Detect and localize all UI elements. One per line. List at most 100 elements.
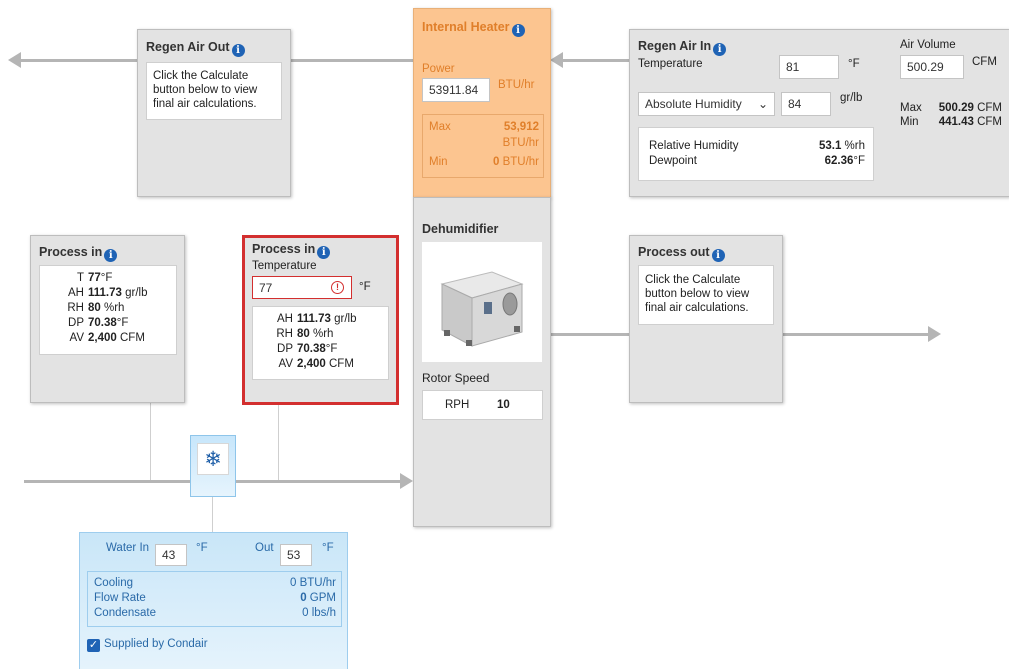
flow-rate-value: 0 GPM <box>300 592 336 604</box>
process-in-editable-title-text: Process in <box>252 242 316 256</box>
water-in-label: Water In <box>106 542 150 554</box>
water-in-input[interactable]: 43 <box>155 544 187 566</box>
supplied-by-condair-checkbox[interactable]: ✓ <box>87 639 100 652</box>
cooling-value: 0 BTU/hr <box>289 577 336 589</box>
connector-line <box>212 497 213 532</box>
heater-max-unit: BTU/hr <box>502 137 539 149</box>
process-in-ah-value: 111.73 gr/lb <box>88 287 148 299</box>
regen-air-out-title: Regen Air Out i <box>146 40 245 57</box>
snowflake-icon: ❄ <box>197 443 229 475</box>
process-in2-ah: AH <box>277 313 293 325</box>
process-in-rh: RH <box>67 302 84 314</box>
regen-max-label: Max <box>900 102 922 114</box>
relative-humidity-label: Relative Humidity <box>649 140 739 152</box>
process-in2-dp: DP <box>277 343 293 355</box>
supplied-by-condair-label[interactable]: Supplied by Condair <box>104 638 208 650</box>
process-out-panel: Process out i Click the Calculate button … <box>629 235 783 403</box>
regen-max-value: 500.29 CFM <box>938 102 1002 114</box>
process-in2-dp-value: 70.38°F <box>297 343 338 355</box>
dewpoint-value: 62.36°F <box>824 155 865 167</box>
process-out-message-box: Click the Calculate button below to view… <box>638 265 774 325</box>
relative-humidity-value: 53.1 %rh <box>818 140 865 152</box>
internal-heater-title: Internal Heater i <box>422 20 525 37</box>
process-in-dp: DP <box>68 317 84 329</box>
chevron-down-icon: ⌄ <box>757 97 768 111</box>
regen-out-arrow-icon <box>8 52 21 68</box>
cooling-results-box: Cooling 0 BTU/hr Flow Rate 0 GPM Condens… <box>87 571 342 627</box>
regen-min-value: 441.43 CFM <box>938 116 1002 128</box>
process-out-title: Process out i <box>638 245 725 262</box>
process-in-dp-value: 70.38°F <box>88 317 129 329</box>
process-in-panel: Process in i T 77°F AH 111.73 gr/lb RH 80… <box>30 235 185 403</box>
info-icon[interactable]: i <box>231 44 245 57</box>
regen-air-in-title: Regen Air In i <box>638 39 727 56</box>
process-temperature-label: Temperature <box>252 260 317 272</box>
process-in-title: Process in i <box>39 245 118 262</box>
rotor-speed-box: RPH 10 <box>422 390 543 420</box>
water-out-label: Out <box>255 542 274 554</box>
process-temperature-input[interactable]: 77 ! <box>252 276 352 299</box>
power-unit: BTU/hr <box>498 79 535 91</box>
process-temperature-value: 77 <box>259 281 273 295</box>
regen-air-out-panel: Regen Air Out i Click the Calculate butto… <box>137 29 291 197</box>
heater-min-label: Min <box>429 156 448 168</box>
info-icon[interactable]: i <box>104 249 118 262</box>
process-in-av: AV <box>69 332 85 344</box>
regen-temperature-input[interactable]: 81 <box>779 55 839 79</box>
regen-min-label: Min <box>900 116 919 128</box>
process-out-arrow-icon <box>928 326 941 342</box>
process-in-rh-value: 80 %rh <box>88 302 125 314</box>
process-in2-av: AV <box>278 358 294 370</box>
process-in-editable-panel: Process in i Temperature 77 ! °F AH 111.7… <box>242 235 399 405</box>
dehumidifier-panel: Dehumidifier Rotor Speed RPH 10 <box>413 197 551 527</box>
regen-air-out-message-box: Click the Calculate button below to view… <box>146 62 282 120</box>
process-in-t-value: 77°F <box>88 272 113 284</box>
regen-temperature-unit: °F <box>848 58 860 70</box>
condensate-value: 0 lbs/h <box>302 607 336 619</box>
power-input[interactable]: 53911.84 <box>422 78 490 102</box>
process-in2-av-value: 2,400 CFM <box>297 358 354 370</box>
humidity-type-value: Absolute Humidity <box>645 97 742 111</box>
info-icon[interactable]: i <box>711 249 725 262</box>
cooling-label: Cooling <box>94 577 133 589</box>
dehumidifier-image <box>422 242 542 362</box>
process-in2-rh-value: 80 %rh <box>297 328 334 340</box>
process-in2-ah-value: 111.73 gr/lb <box>297 313 357 325</box>
process-in-av-value: 2,400 CFM <box>88 332 145 344</box>
heater-min-value: 0 BTU/hr <box>492 156 539 168</box>
info-icon[interactable]: i <box>511 24 525 37</box>
humidity-type-select[interactable]: Absolute Humidity ⌄ <box>638 92 775 116</box>
process-out-message: Click the Calculate button below to view… <box>645 274 750 314</box>
process-in-editable-values-box: AH 111.73 gr/lb RH 80 %rh DP 70.38°F AV … <box>252 306 389 380</box>
water-out-input[interactable]: 53 <box>280 544 312 566</box>
regen-air-out-message: Click the Calculate button below to view… <box>153 70 258 110</box>
air-volume-input[interactable]: 500.29 <box>900 55 964 79</box>
air-volume-unit: CFM <box>972 56 997 68</box>
internal-heater-title-text: Internal Heater <box>422 20 510 34</box>
heater-limits-box: Max 53,912 BTU/hr Min 0 BTU/hr <box>422 114 544 178</box>
condensate-label: Condensate <box>94 607 157 619</box>
process-in-t: T <box>76 272 84 284</box>
heater-max-label: Max <box>429 121 451 133</box>
cooling-water-panel: Water In 43 °F Out 53 °F Cooling 0 BTU/h… <box>79 532 348 669</box>
process-in-editable-title: Process in i <box>252 242 331 259</box>
rph-label: RPH <box>445 399 470 411</box>
rotor-speed-label: Rotor Speed <box>422 371 490 385</box>
internal-heater-panel: Internal Heater i Power 53911.84 BTU/hr M… <box>413 8 551 198</box>
cooling-coil-button[interactable]: ❄ <box>190 435 236 497</box>
regen-derived-box: Relative Humidity 53.1 %rh Dewpoint 62.3… <box>638 127 874 181</box>
regen-in-flow-line <box>560 59 630 62</box>
process-in-values-box: T 77°F AH 111.73 gr/lb RH 80 %rh DP 70.3… <box>39 265 177 355</box>
info-icon[interactable]: i <box>317 246 331 259</box>
dewpoint-label: Dewpoint <box>649 155 697 167</box>
process-in-arrow-icon <box>400 473 413 489</box>
info-icon[interactable]: i <box>713 43 727 56</box>
rph-value: 10 <box>497 399 510 411</box>
humidity-value-input[interactable]: 84 <box>781 92 831 116</box>
power-label: Power <box>422 63 455 75</box>
flow-rate-label: Flow Rate <box>94 592 146 604</box>
process-in2-rh: RH <box>276 328 293 340</box>
air-volume-label: Air Volume <box>900 39 956 51</box>
process-out-title-text: Process out <box>638 245 710 259</box>
temperature-label: Temperature <box>638 58 703 70</box>
